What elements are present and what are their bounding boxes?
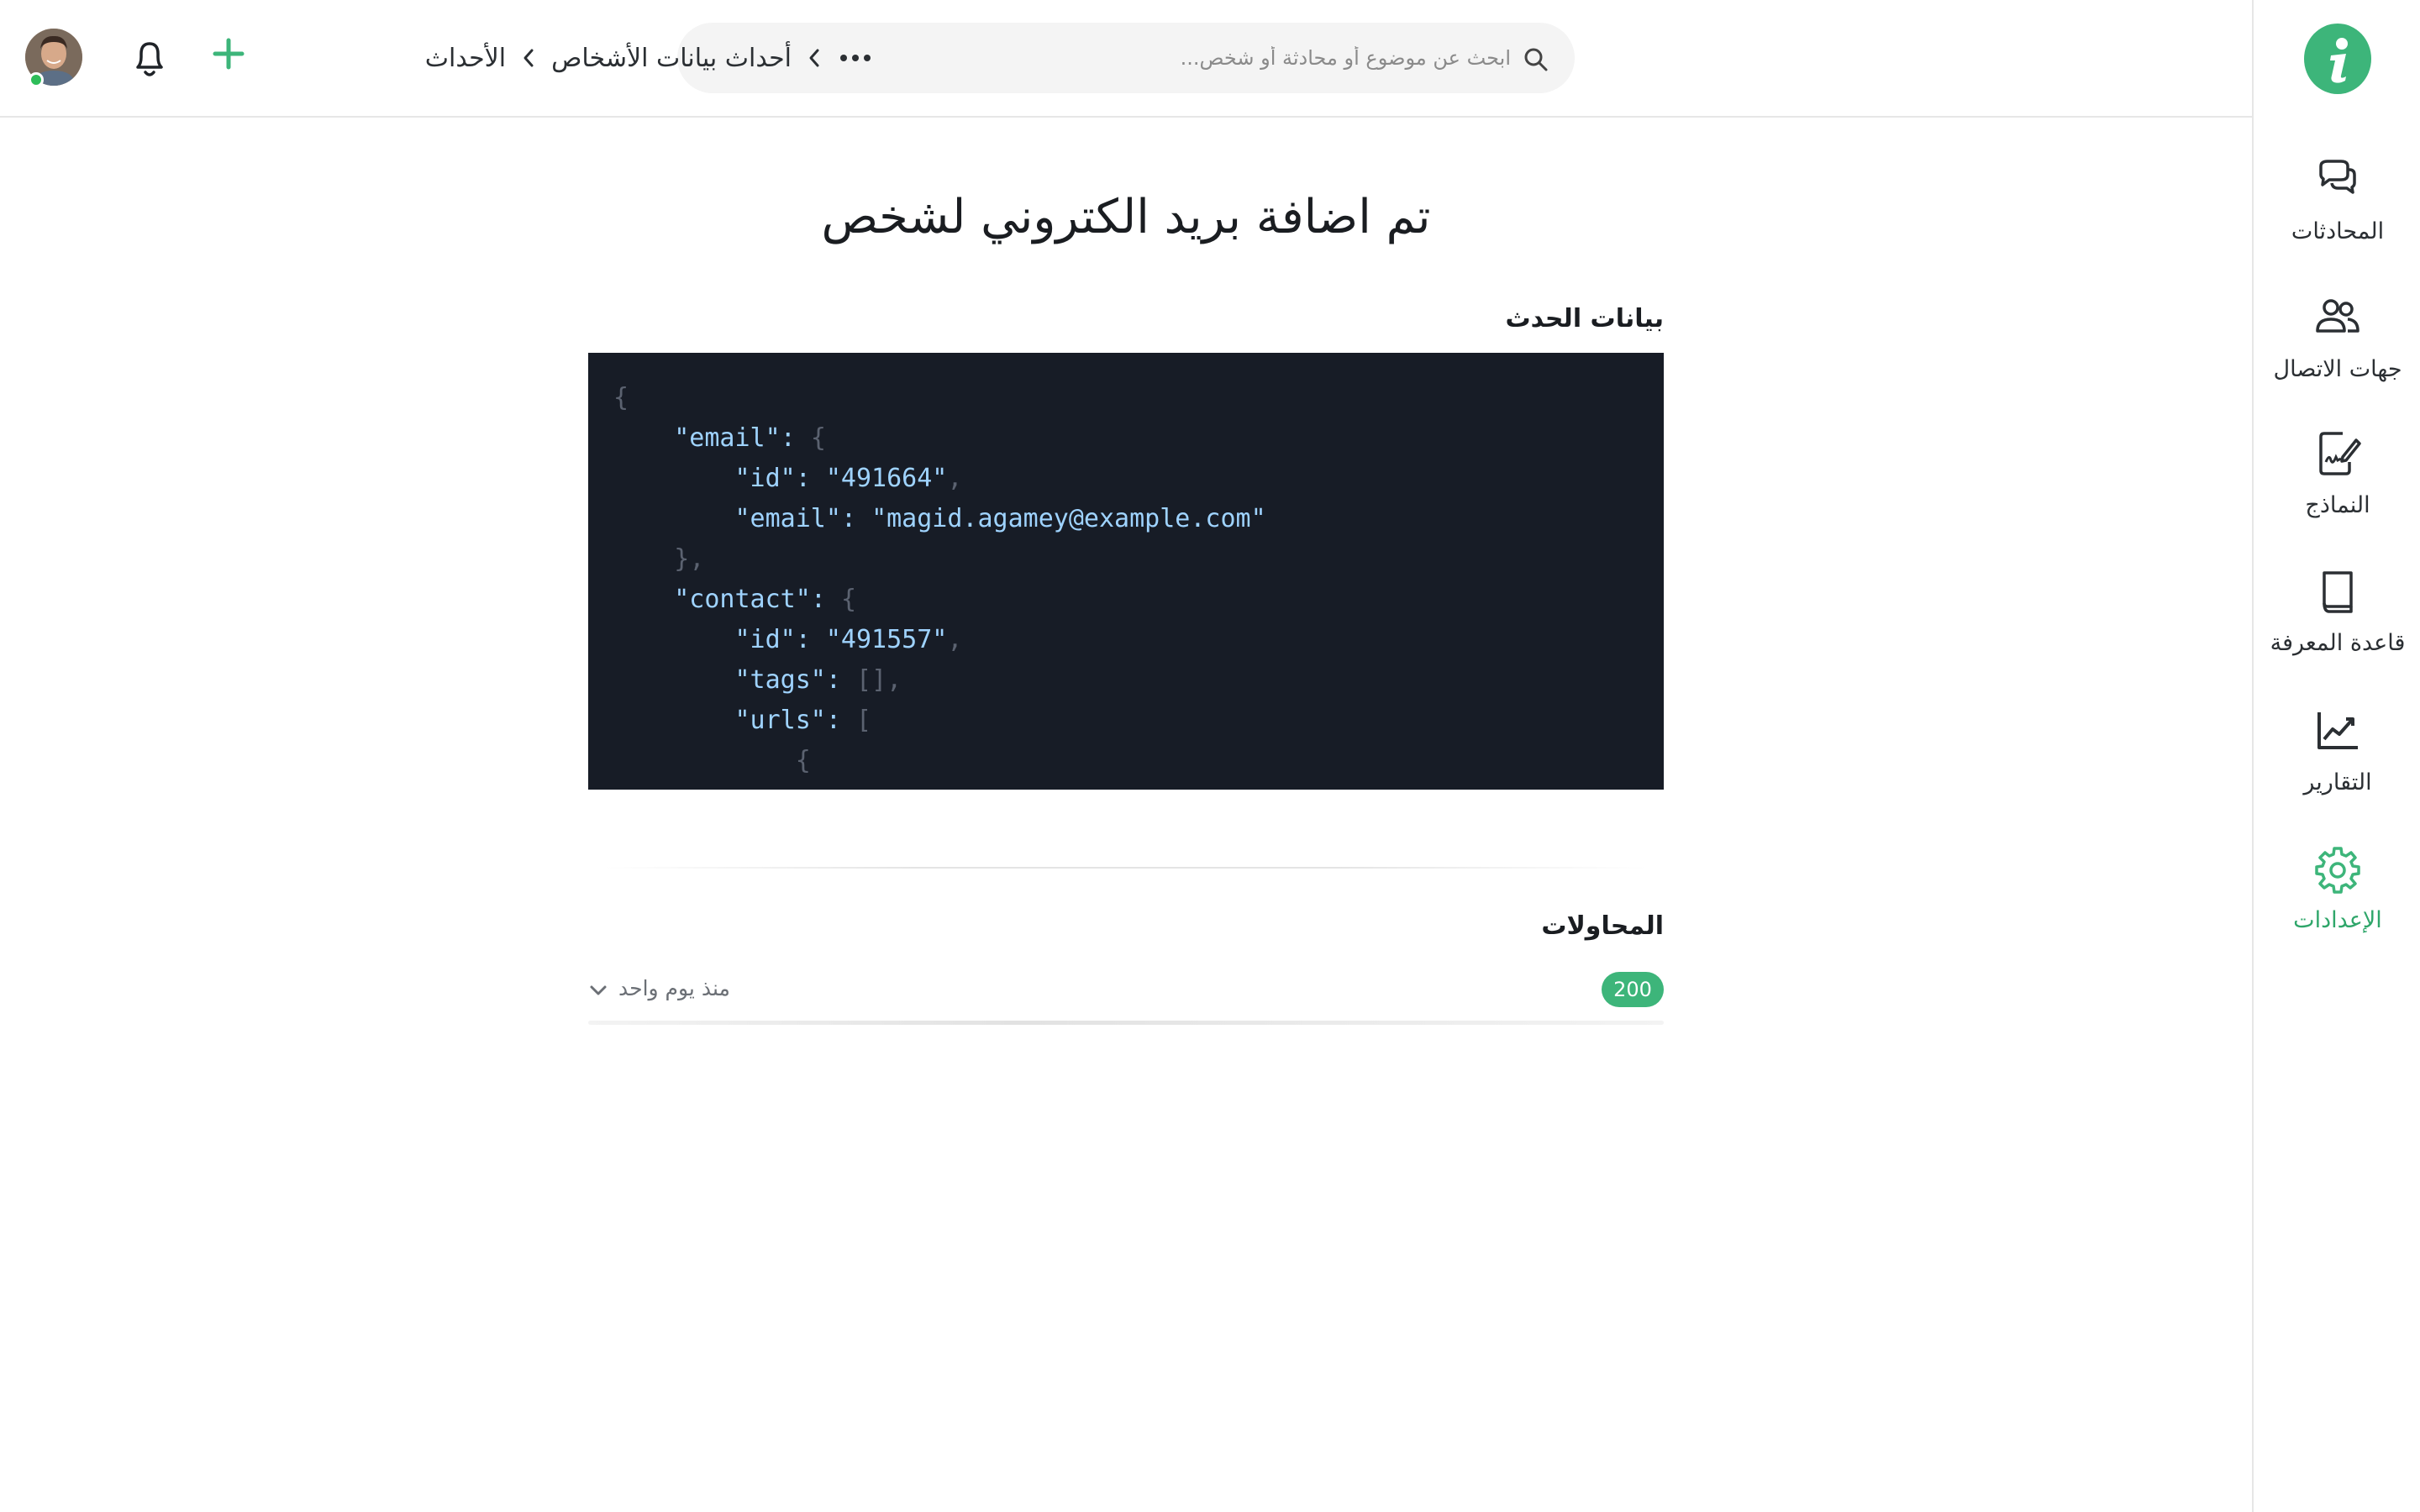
code-line: { (613, 383, 629, 412)
gear-icon (2315, 847, 2360, 894)
sidebar-item-label: التقارير (2303, 769, 2372, 795)
sidebar: المحادثات جهات الاتصال النماذج قاعدة الم… (2252, 0, 2420, 1512)
contacts-icon (2316, 299, 2360, 333)
code-line: "urls": [ (734, 706, 872, 735)
event-data-heading: بيانات الحدث (1505, 304, 1664, 333)
chat-bubbles-icon (2319, 160, 2356, 194)
attempts-heading: المحاولات (1541, 911, 1664, 941)
book-icon (2323, 571, 2353, 613)
chevron-left-icon (523, 49, 534, 67)
sidebar-item-settings[interactable]: الإعدادات (2254, 843, 2420, 961)
code-line: "id": "491664", (734, 464, 963, 493)
top-bar: أحداث بيانات الأشخاص الأحداث (0, 0, 2252, 118)
more-options-icon[interactable] (837, 50, 874, 66)
sidebar-item-label: الإعدادات (2293, 907, 2382, 933)
code-line: "tags": [], (734, 665, 902, 695)
code-line: "id": "491557", (734, 625, 963, 654)
breadcrumb: أحداث بيانات الأشخاص الأحداث (34, 37, 874, 79)
code-line: "email": { (674, 423, 826, 453)
sidebar-item-forms[interactable]: النماذج (2254, 428, 2420, 546)
attempt-timestamp: منذ يوم واحد (618, 976, 730, 1000)
sidebar-item-label: قاعدة المعرفة (2270, 630, 2406, 656)
info-logo-icon (2330, 38, 2348, 83)
sidebar-item-reports[interactable]: التقارير (2254, 706, 2420, 823)
event-json-code[interactable]: { "email": { "id": "491664", "email": "m… (588, 353, 1664, 790)
sidebar-item-conversations[interactable]: المحادثات (2254, 155, 2420, 272)
sidebar-item-knowledge-base[interactable]: قاعدة المعرفة (2254, 566, 2420, 684)
divider (605, 867, 1647, 869)
status-badge: 200 (1602, 972, 1664, 1007)
code-line: "contact": { (674, 585, 856, 614)
code-line: }, (674, 544, 705, 574)
breadcrumb-item-events[interactable]: الأحداث (425, 44, 506, 73)
app-logo[interactable] (2304, 24, 2371, 94)
form-signature-icon (2319, 432, 2361, 475)
page-title: تم اضافة بريد الكتروني لشخص (821, 190, 1431, 244)
sidebar-item-label: جهات الاتصال (2273, 356, 2402, 382)
search-icon (1524, 48, 1548, 71)
chevron-down-icon[interactable] (588, 983, 608, 998)
attempt-divider-bar (588, 1021, 1664, 1025)
sidebar-item-label: النماذج (2305, 492, 2370, 518)
chevron-left-icon (809, 49, 819, 67)
chart-trend-icon (2317, 712, 2358, 749)
sidebar-item-label: المحادثات (2291, 218, 2385, 244)
breadcrumb-item-people-data-events[interactable]: أحداث بيانات الأشخاص (551, 44, 792, 73)
code-line: { (795, 746, 811, 775)
code-line: "email": "magid.agamey@example.com" (734, 504, 1266, 533)
main-content: تم اضافة بريد الكتروني لشخص بيانات الحدث… (0, 118, 2252, 1512)
sidebar-item-contacts[interactable]: جهات الاتصال (2254, 292, 2420, 410)
